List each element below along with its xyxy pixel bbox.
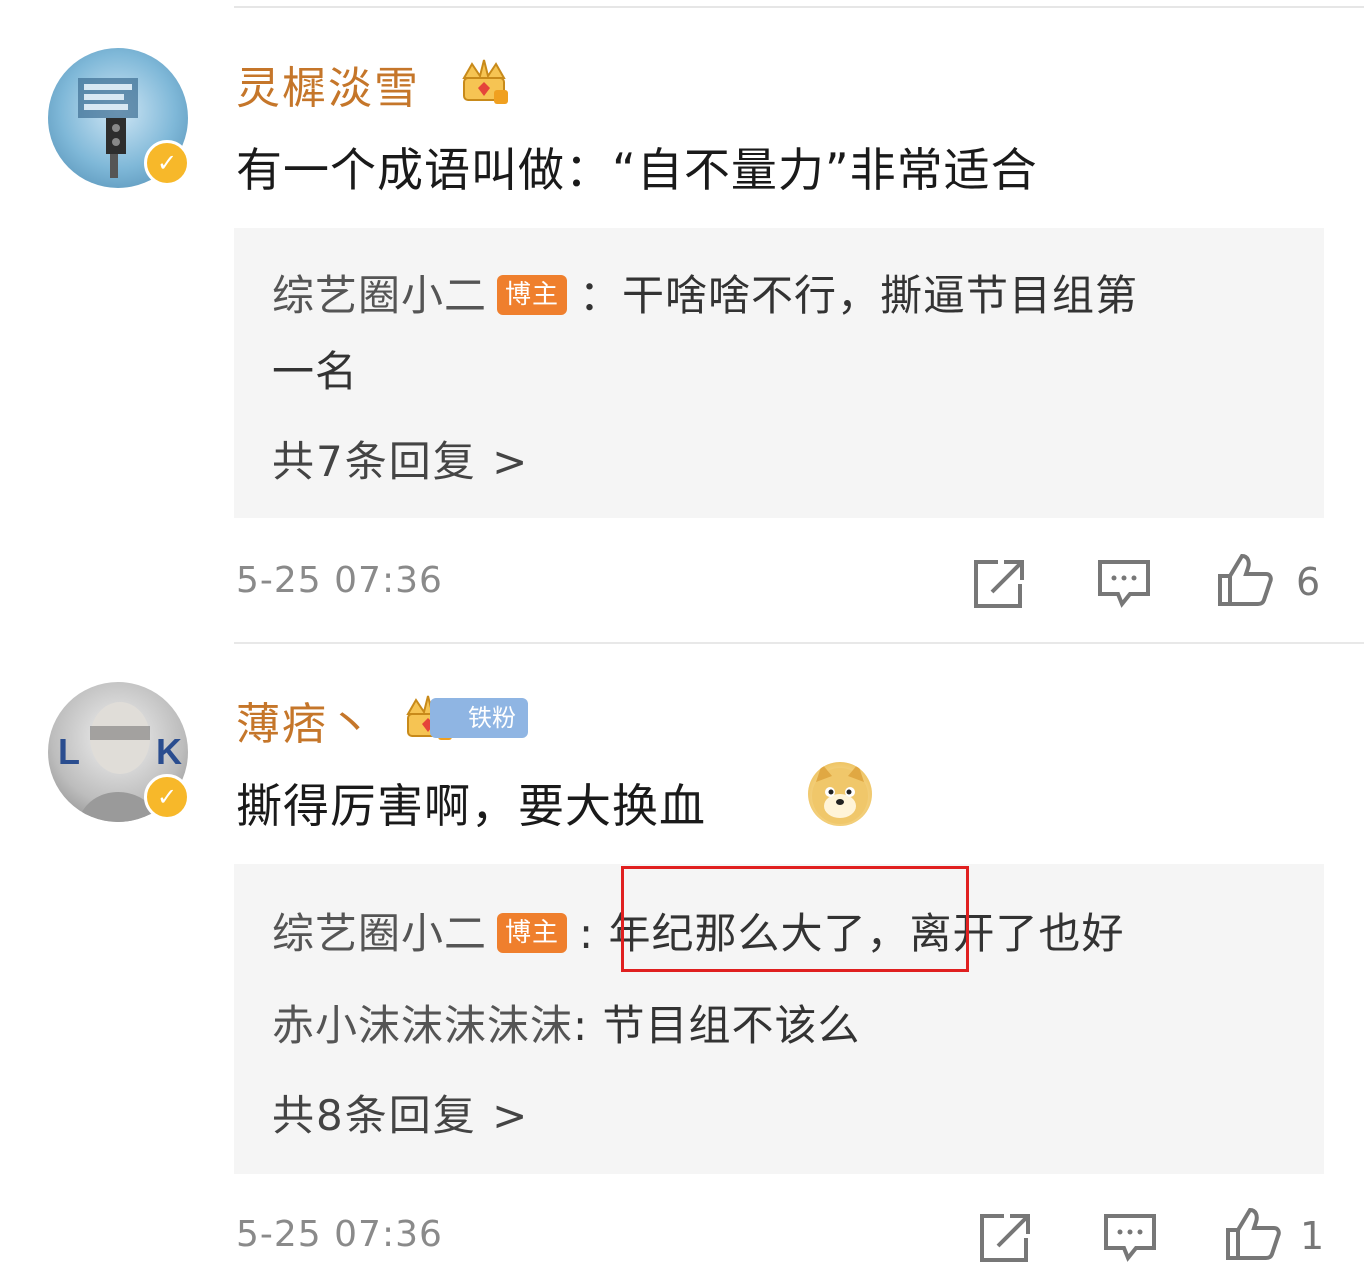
username[interactable]: 薄痞丶 <box>236 688 374 752</box>
doge-emoji-icon <box>808 762 872 826</box>
reply-box: 综艺圈小二 博主 ：干啥啥不行，撕逼节目组第 一名 共7条回复 > <box>234 228 1324 518</box>
username[interactable]: 灵樨淡雪 <box>236 52 420 116</box>
reply-username[interactable]: 综艺圈小二 <box>272 271 487 320</box>
comment-divider <box>234 642 1364 644</box>
reply-username[interactable]: 综艺圈小二 <box>272 909 487 958</box>
fan-badge: 铁粉 <box>430 698 528 738</box>
crown-icon <box>462 59 508 104</box>
comment-text: 有一个成语叫做：“自不量力”非常适合 <box>236 143 1038 197</box>
svg-text:L: L <box>58 731 80 772</box>
like-icon[interactable] <box>1222 1206 1282 1262</box>
reply-text: ：干啥啥不行，撕逼节目组第 <box>579 271 1139 320</box>
total-replies-link[interactable]: 共7条回复 > <box>272 428 529 489</box>
reply-text-cont: 一名 <box>272 347 359 396</box>
svg-text:K: K <box>156 731 182 772</box>
bozhu-badge: 博主 <box>497 274 568 315</box>
bozhu-badge: 博主 <box>497 912 568 953</box>
like-count: 1 <box>1300 1214 1325 1258</box>
top-divider <box>234 6 1364 8</box>
timestamp: 5-25 07:36 <box>236 1214 443 1255</box>
comment-icon[interactable] <box>1094 556 1154 612</box>
reply-username[interactable]: 赤小沫沫沫沫沫 <box>272 1001 573 1050</box>
reply[interactable]: 综艺圈小二 博主 ：干啥啥不行，撕逼节目组第 <box>272 262 1138 323</box>
like-icon[interactable] <box>1214 552 1274 608</box>
verified-badge-icon: ✓ <box>144 140 190 186</box>
total-replies-link[interactable]: 共8条回复 > <box>272 1082 529 1143</box>
reply[interactable]: 赤小沫沫沫沫沫: 节目组不该么 <box>272 992 861 1053</box>
share-icon[interactable] <box>970 556 1030 612</box>
timestamp: 5-25 07:36 <box>236 560 443 601</box>
share-icon[interactable] <box>976 1210 1036 1266</box>
verified-badge-icon: ✓ <box>144 774 190 820</box>
like-count: 6 <box>1296 560 1321 604</box>
comment-icon[interactable] <box>1100 1210 1160 1266</box>
reply-text: : 节目组不该么 <box>573 1001 861 1050</box>
comment-text: 撕得厉害啊，要大换血 <box>236 779 706 833</box>
highlight-box <box>621 866 969 972</box>
